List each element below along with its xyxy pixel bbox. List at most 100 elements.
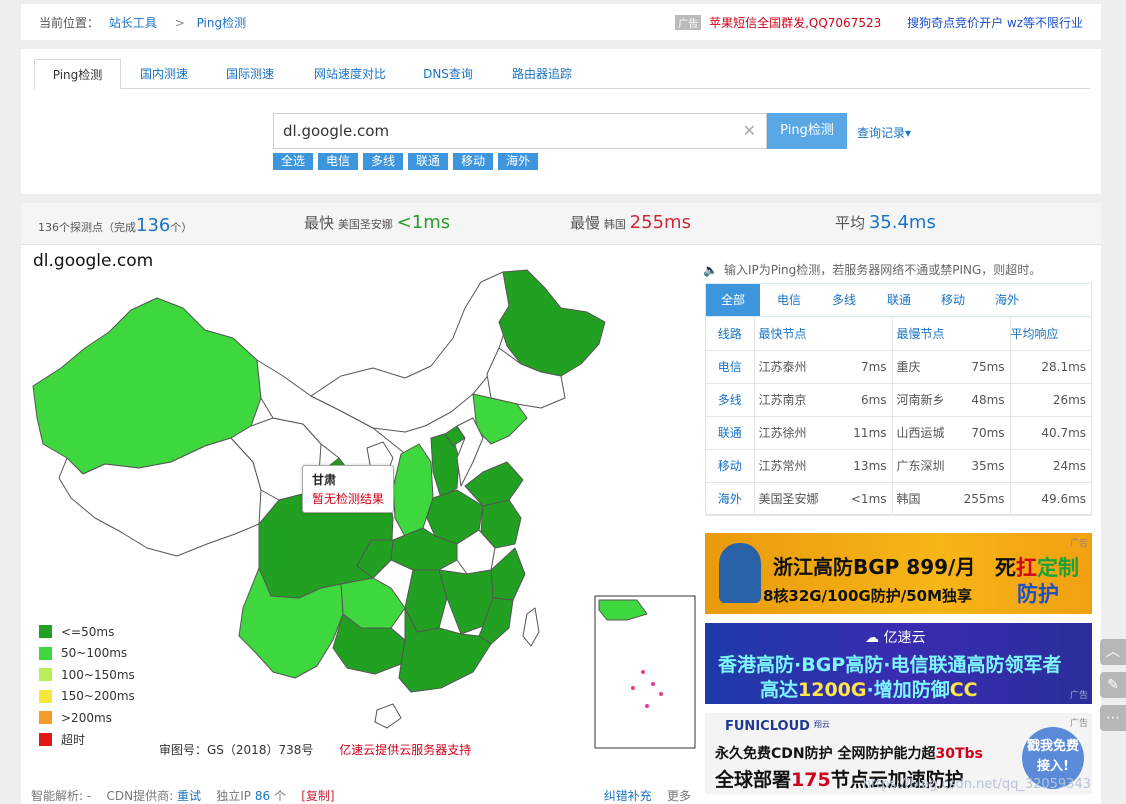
retry-link[interactable]: 重试 [177,789,201,803]
region-hainan[interactable] [374,703,402,729]
region-zhejiang[interactable] [490,547,526,601]
ping-button[interactable]: Ping检测 [767,113,847,149]
legend-label: 超时 [61,732,86,747]
fast-ms: <1ms [840,482,893,516]
isp-filter-chips: 全选 电信 多线 联通 移动 海外 [273,153,543,170]
unique-ip-count[interactable]: 86 [255,789,270,803]
mascot-icon [719,543,761,603]
report-error-link[interactable]: 纠错补充 [604,789,652,803]
slow-node: 河南新乡 [891,383,959,417]
table-row: 海外 美国圣安娜 <1ms 韩国 255ms 49.6ms [706,482,1092,516]
cloud-icon: ☁ [865,630,879,646]
fastest-value: <1ms [396,212,451,233]
filter-overseas[interactable]: 海外 [498,153,539,170]
ad2-line2-a: 高达 [760,679,799,701]
tab-domestic-speed[interactable]: 国内测速 [128,59,200,89]
slowest-label: 最慢 [570,214,601,232]
table-header-row: 线路 最快节点 最慢节点 平均响应 [706,317,1092,351]
tab-international-speed[interactable]: 国际测速 [214,59,286,89]
isp-tab-overseas[interactable]: 海外 [980,284,1034,316]
legend-label: 100~150ms [61,667,135,682]
tool-panel: Ping检测 国内测速 国际测速 网站速度对比 DNS查询 路由器追踪 ✕ Pi… [21,49,1101,194]
filter-all[interactable]: 全选 [273,153,314,170]
fastest-label: 最快 [304,214,335,232]
breadcrumb-item-webmaster-tools[interactable]: 站长工具 [109,16,157,30]
ad3-logo-text: FUNICLOUD [725,719,810,734]
legend-swatch [39,732,52,746]
fast-ms: 13ms [840,449,893,483]
legend-label: <=50ms [61,624,115,639]
row-line-label[interactable]: 电信 [706,350,754,384]
more-link[interactable]: 更多 [667,789,691,803]
ad1-slogan-b: 扛 [1016,556,1037,580]
search-box: ✕ [273,113,767,149]
ad1-slogan-c: 定制 [1037,556,1079,580]
legend-swatch [39,711,52,725]
host-input[interactable] [274,114,724,148]
back-to-top-icon[interactable]: ︿ [1100,639,1126,665]
avg-ms: 28.1ms [1009,350,1092,384]
top-ads: 广告 苹果短信全国群发,QQ7067523 搜狗奇点竞价开户 wz等不限行业 [675,14,1083,31]
history-dropdown[interactable]: 查询记录▾ [857,124,911,141]
isp-tab-unicom[interactable]: 联通 [872,284,926,316]
breadcrumb-separator: > [174,16,185,30]
avg-ms: 49.6ms [1009,482,1092,516]
copy-link[interactable]: [复制] [301,789,334,803]
cdn-provider-label: CDN提供商: [106,789,174,803]
ad-banner-zhejiang-bgp[interactable]: 浙江高防BGP 899/月 8核32G/100G防护/50M独享 死扛定制 防护 … [705,533,1092,614]
bottom-right-links: 纠错补充 更多 [604,787,691,804]
breadcrumb-item-ping[interactable]: Ping检测 [197,16,247,30]
tab-ping[interactable]: Ping检测 [34,59,121,90]
avg-ms: 40.7ms [1009,416,1092,450]
probe-count-suffix: 个） [170,221,193,234]
tab-traceroute[interactable]: 路由器追踪 [500,59,584,89]
ad-banner-yisuyun[interactable]: ☁ 亿速云 香港高防·BGP高防·电信联通高防领军者 高达1200G·增加防御C… [705,623,1092,704]
col-slowest-node: 最慢节点 [891,317,1011,351]
slow-node: 重庆 [891,350,959,384]
legend-item: >200ms [39,707,135,729]
legend-swatch [39,646,52,660]
row-line-label[interactable]: 移动 [706,449,754,483]
map-sponsor-link[interactable]: 亿速云提供云服务器支持 [339,743,471,757]
tab-dns-query[interactable]: DNS查询 [414,59,482,89]
latency-map: dl.google.com 甘肃 暂无检测结果 <=50ms 50~100ms … [21,248,701,763]
row-line-label[interactable]: 联通 [706,416,754,450]
row-line-label[interactable]: 海外 [706,482,754,516]
avg-ms: 24ms [1009,449,1092,483]
filter-telecom[interactable]: 电信 [318,153,359,170]
isp-results-table: 线路 最快节点 最慢节点 平均响应 电信 江苏泰州 7ms 重庆 75ms 28… [706,317,1092,516]
row-line-label[interactable]: 多线 [706,383,754,417]
fast-node: 美国圣安娜 [753,482,840,516]
filter-mobile[interactable]: 移动 [453,153,494,170]
more-options-icon[interactable]: ⋯ [1100,705,1126,731]
isp-tab-telecom[interactable]: 电信 [762,284,816,316]
probe-count: 136个探测点（完成136个） [38,215,192,236]
table-row: 移动 江苏常州 13ms 广东深圳 35ms 24ms [706,449,1092,483]
clear-icon[interactable]: ✕ [743,121,756,140]
isp-tab-mobile[interactable]: 移动 [926,284,980,316]
tab-speed-compare[interactable]: 网站速度对比 [302,59,398,89]
ad3-line1-a: 永久免费CDN防护 全网防护能力超 [715,746,936,762]
ad3-line2-a: 全球部署 [715,769,792,791]
region-tooltip: 甘肃 暂无检测结果 [302,465,394,513]
fast-ms: 6ms [840,383,893,417]
avg-ms: 26ms [1009,383,1092,417]
region-shandong[interactable] [464,461,524,507]
legend-label: 150~200ms [61,689,135,704]
ad-link-sms[interactable]: 苹果短信全国群发,QQ7067523 [709,16,881,30]
slow-ms: 70ms [958,416,1011,450]
fastest-location: 美国圣安娜 [337,218,393,231]
isp-tab-all[interactable]: 全部 [706,284,760,316]
filter-unicom[interactable]: 联通 [408,153,449,170]
slow-node: 山西运城 [891,416,959,450]
slowest-value: 255ms [629,212,691,233]
legend-label: 50~100ms [61,646,128,661]
average-value: 35.4ms [868,212,936,233]
breadcrumb-prefix: 当前位置： [39,16,100,30]
map-footer: 审图号：GS（2018）738号 亿速云提供云服务器支持 [159,741,471,758]
feedback-icon[interactable]: ✎ [1100,672,1126,698]
filter-multiline[interactable]: 多线 [363,153,404,170]
ad-link-sogou[interactable]: 搜狗奇点竞价开户 wz等不限行业 [907,16,1083,30]
region-taiwan[interactable] [522,607,540,647]
isp-tab-multiline[interactable]: 多线 [817,284,871,316]
